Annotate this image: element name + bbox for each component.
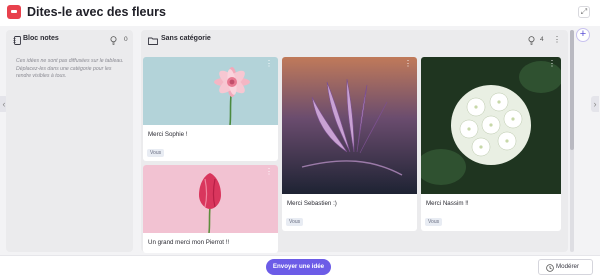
idea-card[interactable]: ⋮ Merci Sebastien :) Vous	[282, 57, 417, 231]
author-tag: Vous	[147, 149, 165, 157]
moderate-label: Modérer	[556, 263, 580, 270]
card-caption: Merci Sebastien :)	[287, 200, 337, 207]
lightbulb-icon	[110, 36, 117, 45]
moderate-button[interactable]: Modérer	[538, 259, 593, 275]
expand-icon[interactable]: ⤢	[578, 6, 590, 18]
notes-column-title: Bloc notes	[23, 35, 59, 42]
notes-description: Ces idées ne sont pas diffusées sur le t…	[16, 58, 124, 80]
notes-count: 0	[124, 36, 128, 43]
author-tag: Vous	[286, 218, 304, 226]
uncategorized-column-header: Sans catégorie 4 ⋮	[141, 30, 568, 52]
idea-card[interactable]: ⋮ Merci Sophie ! Vous	[143, 57, 278, 161]
notes-column: Bloc notes 0 Ces idées ne sont pas diffu…	[6, 30, 133, 252]
column-more-icon[interactable]: ⋮	[553, 35, 561, 44]
app-logo	[7, 5, 21, 19]
moderate-icon	[546, 264, 554, 272]
uncategorized-column: Sans catégorie 4 ⋮ ⋮ Merci Sophie ! Vous…	[141, 30, 568, 253]
app-header: Dites-le avec des fleurs ⤢	[0, 0, 600, 26]
scrollbar-thumb[interactable]	[570, 30, 574, 150]
white-hydrangea-photo	[421, 57, 561, 194]
notebook-icon	[13, 36, 21, 45]
card-more-icon[interactable]: ⋮	[265, 60, 273, 68]
send-idea-button[interactable]: Envoyer une idée	[266, 259, 331, 275]
pink-gerbera-photo	[143, 57, 278, 125]
card-more-icon[interactable]: ⋮	[265, 168, 273, 176]
folder-icon	[148, 37, 158, 45]
card-more-icon[interactable]: ⋮	[404, 60, 412, 68]
author-tag: Vous	[425, 218, 443, 226]
pink-tulip-photo	[143, 165, 278, 233]
uncategorized-count: 4	[540, 36, 544, 43]
idea-card[interactable]: ⋮ Un grand merci mon Pierrot !!	[143, 165, 278, 253]
card-caption: Merci Sophie !	[148, 131, 188, 138]
uncategorized-column-title: Sans catégorie	[161, 35, 211, 42]
column-scrollbar[interactable]	[570, 30, 574, 252]
card-caption: Un grand merci mon Pierrot !!	[148, 239, 230, 246]
card-caption: Merci Nassim !!	[426, 200, 469, 207]
lightbulb-icon	[528, 36, 535, 45]
scroll-right-arrow-icon[interactable]: ›	[591, 96, 599, 112]
idea-card[interactable]: ⋮ Merci Nassim !! Vous	[421, 57, 561, 231]
page-title: Dites-le avec des fleurs	[27, 5, 166, 19]
card-more-icon[interactable]: ⋮	[548, 60, 556, 68]
purple-lotus-photo	[282, 57, 417, 194]
notes-column-header: Bloc notes 0	[6, 30, 133, 52]
plus-icon: +	[579, 28, 587, 40]
add-column-button[interactable]: +	[576, 28, 590, 42]
